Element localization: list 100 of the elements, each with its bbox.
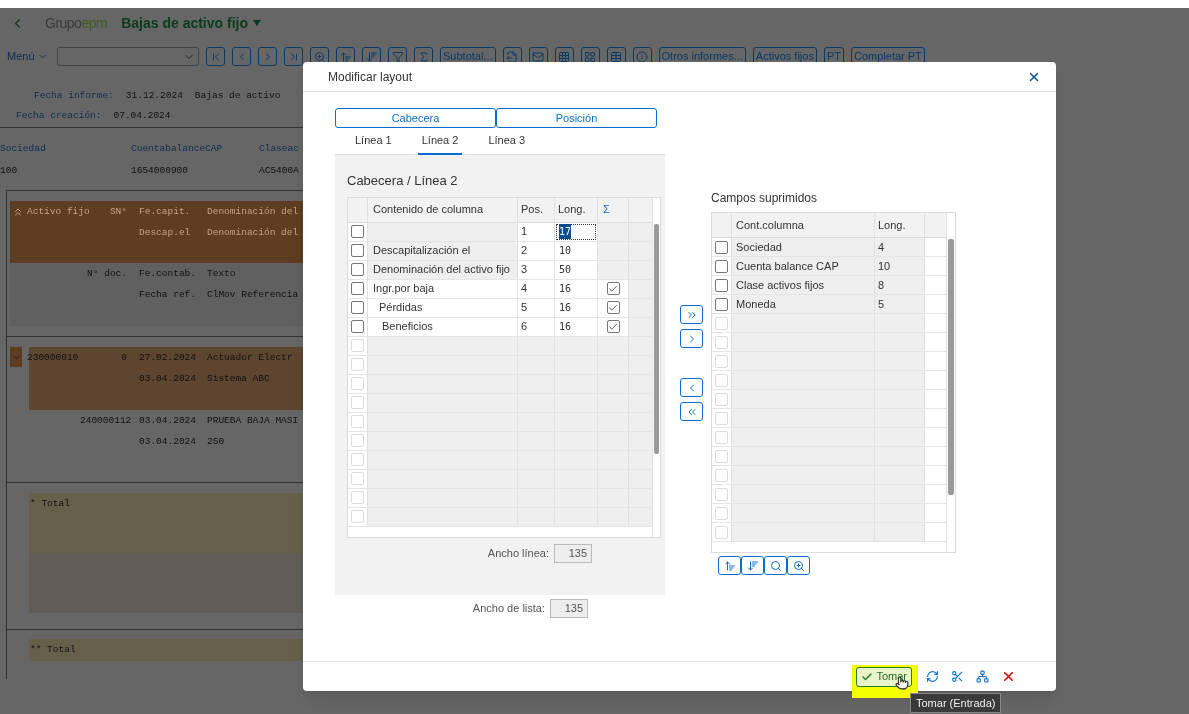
row-selector xyxy=(351,377,364,390)
checkbox[interactable] xyxy=(715,259,728,273)
row-selector xyxy=(351,510,364,523)
line-tab[interactable]: Línea 1 xyxy=(351,128,396,155)
sort-descending-icon[interactable] xyxy=(741,556,764,575)
checkbox[interactable] xyxy=(351,320,364,333)
table-cell: Moneda xyxy=(731,295,874,313)
section-button[interactable]: Cabecera xyxy=(335,108,496,128)
move-all-right-icon[interactable] xyxy=(680,305,703,324)
line-tab[interactable]: Línea 3 xyxy=(484,128,530,155)
checkbox[interactable] xyxy=(715,278,728,292)
search-icon[interactable] xyxy=(764,556,787,575)
hierarchy-icon[interactable] xyxy=(976,670,989,683)
column-heading: Fe.contab. xyxy=(139,268,196,280)
row-selector xyxy=(351,453,364,466)
section-button[interactable]: Posición xyxy=(496,108,657,128)
check-icon xyxy=(608,283,618,294)
scrollbar-thumb[interactable] xyxy=(948,239,954,495)
table-cell: Clase activos fijos xyxy=(731,276,874,294)
group-field-value: 100 xyxy=(0,164,19,179)
table-cell: 0 xyxy=(121,352,127,364)
column-header[interactable]: Σ xyxy=(597,197,628,222)
checkbox[interactable] xyxy=(351,282,364,295)
row-selector xyxy=(715,449,728,463)
check-icon xyxy=(861,670,874,683)
row-selector xyxy=(715,316,728,330)
table-cell: 5 xyxy=(874,295,924,313)
row-selector xyxy=(715,335,728,349)
table-cell: 8 xyxy=(874,276,924,294)
cancel-icon[interactable] xyxy=(1001,669,1016,684)
checkbox[interactable] xyxy=(606,282,620,295)
group-field-label: CuentabalanceCAP xyxy=(131,142,224,156)
table-cell: 03.04.2024 xyxy=(139,373,196,385)
row-selector xyxy=(715,525,728,539)
field-label: Ancho de lista: xyxy=(472,601,545,617)
checkbox[interactable] xyxy=(606,320,620,333)
group-field-label: Claseac xyxy=(259,142,299,156)
row-selector xyxy=(351,396,364,409)
row-selector xyxy=(715,411,728,425)
column-heading: ClMov Referencia xyxy=(207,289,299,301)
move-right-icon[interactable] xyxy=(680,329,703,348)
expand-toggle[interactable] xyxy=(10,347,22,367)
move-left-icon[interactable] xyxy=(680,378,703,397)
checkbox[interactable] xyxy=(351,244,364,257)
zoom-in-icon[interactable] xyxy=(787,556,810,575)
checkbox[interactable] xyxy=(351,263,364,276)
table-cell: Actuador Electr xyxy=(207,352,293,364)
checkbox[interactable] xyxy=(351,301,364,314)
group-field-value: 1654000900 xyxy=(131,164,189,179)
column-heading: Texto xyxy=(207,268,236,280)
collapse-icon[interactable] xyxy=(12,206,24,218)
column-header[interactable]: Long. xyxy=(874,213,924,237)
checkbox[interactable] xyxy=(715,240,728,254)
row-selector xyxy=(351,434,364,447)
row-selector xyxy=(715,392,728,406)
sort-ascending-icon[interactable] xyxy=(718,556,741,575)
checkbox[interactable] xyxy=(351,225,364,238)
column-header[interactable]: Long. xyxy=(554,197,597,222)
column-heading: Activo fijo xyxy=(27,206,90,218)
dialog-title: Modificar layout xyxy=(328,68,413,86)
table-title: Cabecera / Línea 2 xyxy=(347,172,459,190)
table-cell: Cuenta balance CAP xyxy=(731,257,874,275)
column-heading: SN° xyxy=(109,206,127,218)
table-cell: 03.04.2024 xyxy=(139,415,196,427)
scrollbar-thumb[interactable] xyxy=(654,223,659,454)
group-field-label: Sociedad xyxy=(0,142,47,156)
column-header[interactable]: Pos. xyxy=(517,197,554,222)
row-selector xyxy=(351,415,364,428)
scissors-icon[interactable] xyxy=(951,670,964,683)
table-cell: 250 xyxy=(207,436,225,448)
row-selector xyxy=(351,339,364,352)
list-width-field[interactable]: 135 xyxy=(550,599,588,618)
row-selector xyxy=(715,468,728,482)
check-icon xyxy=(608,302,618,313)
info-text: Bajas de activo xyxy=(194,88,281,103)
move-all-left-icon[interactable] xyxy=(680,402,703,421)
column-header[interactable]: Cont.columna xyxy=(731,213,874,237)
row-selector xyxy=(715,430,728,444)
refresh-icon[interactable] xyxy=(926,670,939,683)
row-selector xyxy=(715,354,728,368)
line-width-field[interactable]: 135 xyxy=(554,543,592,563)
column-header[interactable]: Contenido de columna xyxy=(367,197,517,222)
tooltip: Tomar (Entrada) xyxy=(910,693,1002,713)
table-cell: 240000112 xyxy=(80,415,132,427)
total-label: * Total xyxy=(30,498,70,509)
group-field-value: AC5400A xyxy=(259,164,299,179)
info-value: 07.04.2024 xyxy=(113,108,171,123)
checkbox[interactable] xyxy=(606,301,620,314)
field-label: Ancho línea: xyxy=(487,545,549,561)
column-heading: Descap.el xyxy=(139,227,191,239)
total-label: ** Total xyxy=(30,644,76,655)
table-cell: 4 xyxy=(874,238,924,256)
checkbox[interactable] xyxy=(715,297,728,311)
column-heading: Fe.capit. xyxy=(139,206,191,218)
table-title: Campos suprimidos xyxy=(711,190,819,207)
info-value: 31.12.2024 xyxy=(125,88,183,103)
column-heading: Fecha ref. xyxy=(139,289,196,301)
command-field[interactable] xyxy=(57,47,199,66)
table-cell: 230000010 xyxy=(27,352,79,364)
table-cell: 03.04.2024 xyxy=(139,436,196,448)
